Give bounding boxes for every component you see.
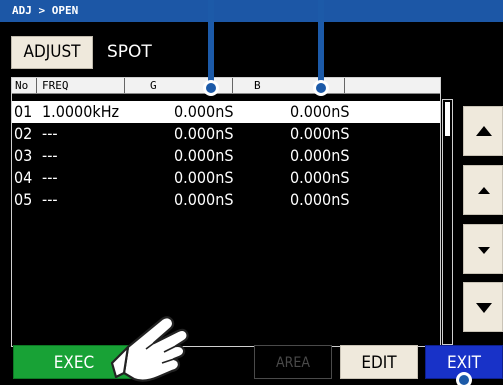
current-mode-label: SPOT — [107, 42, 152, 62]
column-header-b: B — [254, 79, 261, 92]
row-number: 05 — [14, 190, 33, 209]
row-g-value: 0.000nS — [174, 124, 234, 143]
area-button[interactable]: AREA — [254, 345, 332, 379]
page-up-icon — [476, 126, 492, 136]
table-scrollbar[interactable] — [442, 99, 453, 345]
g-column-callout-dot — [203, 80, 219, 96]
table-row[interactable]: 04 --- 0.000nS 0.000nS — [12, 167, 440, 189]
exit-callout-dot — [456, 372, 472, 385]
row-g-value: 0.000nS — [174, 190, 234, 209]
row-number: 01 — [14, 102, 33, 121]
scroll-down-button[interactable] — [463, 224, 503, 274]
row-g-value: 0.000nS — [174, 146, 234, 165]
row-number: 02 — [14, 124, 33, 143]
row-b-value: 0.000nS — [290, 190, 350, 209]
row-b-value: 0.000nS — [290, 102, 350, 121]
b-column-callout-dot — [313, 80, 329, 96]
page-down-icon — [476, 303, 492, 313]
table-row[interactable]: 03 --- 0.000nS 0.000nS — [12, 145, 440, 167]
breadcrumb: ADJ > OPEN — [0, 0, 503, 22]
row-frequency: --- — [42, 124, 58, 143]
g-column-callout-line — [208, 0, 214, 84]
adjust-mode-button[interactable]: ADJUST — [11, 36, 93, 69]
table-row[interactable]: 01 1.0000kHz 0.000nS 0.000nS — [12, 101, 440, 123]
column-divider — [232, 78, 233, 93]
row-frequency: --- — [42, 168, 58, 187]
row-frequency: --- — [42, 190, 58, 209]
pointing-hand-icon — [110, 316, 189, 382]
table-row[interactable]: 02 --- 0.000nS 0.000nS — [12, 123, 440, 145]
edit-button[interactable]: EDIT — [340, 345, 418, 379]
scroll-down-icon — [478, 247, 490, 254]
column-divider — [344, 78, 345, 93]
row-b-value: 0.000nS — [290, 168, 350, 187]
scroll-up-button[interactable] — [463, 165, 503, 215]
b-column-callout-line — [318, 0, 324, 84]
table-row[interactable]: 05 --- 0.000nS 0.000nS — [12, 189, 440, 211]
table-header: No FREQ G B — [12, 78, 440, 94]
row-frequency: --- — [42, 146, 58, 165]
column-divider — [124, 78, 125, 93]
row-frequency: 1.0000kHz — [42, 102, 120, 121]
column-divider — [36, 78, 37, 93]
scrollbar-thumb[interactable] — [445, 102, 450, 136]
row-b-value: 0.000nS — [290, 124, 350, 143]
row-number: 03 — [14, 146, 33, 165]
row-g-value: 0.000nS — [174, 168, 234, 187]
page-down-button[interactable] — [463, 282, 503, 332]
page-up-button[interactable] — [463, 106, 503, 156]
screen: ADJ > OPEN ADJUST SPOT No FREQ G B 01 1.… — [0, 0, 503, 385]
row-b-value: 0.000nS — [290, 146, 350, 165]
scroll-up-icon — [478, 187, 490, 194]
column-header-freq: FREQ — [42, 79, 69, 92]
row-number: 04 — [14, 168, 33, 187]
column-header-g: G — [150, 79, 157, 92]
row-g-value: 0.000nS — [174, 102, 234, 121]
column-header-no: No — [15, 79, 29, 92]
